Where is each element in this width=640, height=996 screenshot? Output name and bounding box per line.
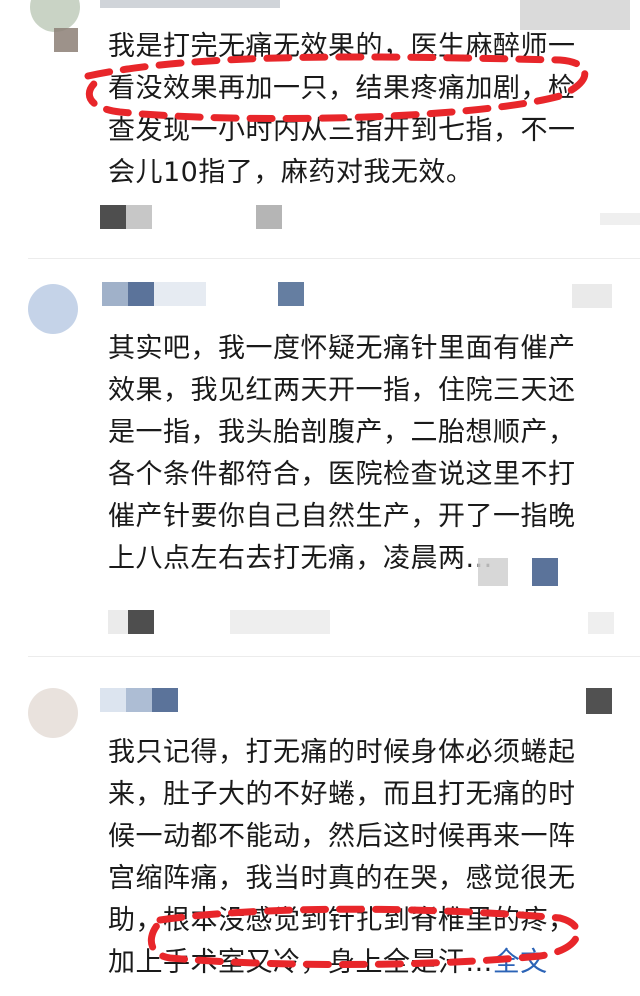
comment-line: 各个条件都符合，医院检查说这里不打 xyxy=(108,459,576,490)
comment-line: 宫缩阵痛，我当时真的在哭，感觉很无 xyxy=(108,863,576,894)
comment-line: 其实吧，我一度怀疑无痛针里面有催产 xyxy=(108,333,576,364)
blurred-username xyxy=(102,282,128,306)
divider xyxy=(28,656,640,657)
blurred-username xyxy=(128,282,154,306)
blurred-username xyxy=(154,282,206,306)
comment-text: 我只记得，打无痛的时候身体必须蜷起 来，肚子大的不好蜷，而且打无痛的时 候一动都… xyxy=(108,732,598,984)
full-text-link[interactable]: 全文 xyxy=(493,947,548,978)
blurred-more xyxy=(532,558,558,586)
divider xyxy=(28,258,640,259)
comment-line: 助，根本没感觉到针扎到脊椎里的疼， xyxy=(108,905,576,936)
blurred-more xyxy=(478,558,508,586)
comment-line: 我是打完无痛无效果的，医生麻醉师一 xyxy=(108,31,576,62)
comment-line: 候一动都不能动，然后这时候再来一阵 xyxy=(108,821,576,852)
blurred-action-1 xyxy=(100,205,126,229)
blurred-action-2 xyxy=(126,205,152,229)
blurred-action-4 xyxy=(600,213,640,225)
avatar[interactable] xyxy=(28,688,78,738)
blurred-info xyxy=(54,28,78,52)
blurred-action-4 xyxy=(588,612,614,634)
blurred-action-3 xyxy=(230,610,330,634)
blurred-action-1 xyxy=(108,610,128,634)
blurred-username xyxy=(152,688,178,712)
blurred-corner xyxy=(586,688,612,714)
comment-line: 加上手术室又冷，身上全是汗...全文 xyxy=(108,942,598,984)
comment-line: 是一指，我头胎剖腹产，二胎想顺产， xyxy=(108,417,576,448)
blurred-header xyxy=(100,0,280,8)
comment-line: 来，肚子大的不好蜷，而且打无痛的时 xyxy=(108,779,576,810)
comment-3: 我只记得，打无痛的时候身体必须蜷起 来，肚子大的不好蜷，而且打无痛的时 候一动都… xyxy=(0,660,640,996)
comment-line-text: 加上手术室又冷，身上全是汗... xyxy=(108,947,493,978)
blurred-corner xyxy=(572,284,612,308)
comment-line: 效果，我见红两天开一指，住院三天还 xyxy=(108,375,576,406)
comment-2: 其实吧，我一度怀疑无痛针里面有催产 效果，我见红两天开一指，住院三天还 是一指，… xyxy=(0,260,640,650)
blurred-username xyxy=(126,688,152,712)
blurred-username xyxy=(100,688,126,712)
comment-line: 查发现一小时内从三指开到七指，不一 xyxy=(108,115,576,146)
comment-line: 看没效果再加一只，结果疼痛加剧，检 xyxy=(108,73,576,104)
comment-line: 上八点左右去打无痛，凌晨两... xyxy=(108,543,493,574)
comment-text: 我是打完无痛无效果的，医生麻醉师一 看没效果再加一只，结果疼痛加剧，检 查发现一… xyxy=(108,26,598,194)
comment-text: 其实吧，我一度怀疑无痛针里面有催产 效果，我见红两天开一指，住院三天还 是一指，… xyxy=(108,328,598,580)
comment-line: 我只记得，打无痛的时候身体必须蜷起 xyxy=(108,737,576,768)
blurred-action-3 xyxy=(256,205,282,229)
blurred-action-2 xyxy=(128,610,154,634)
avatar[interactable] xyxy=(28,284,78,334)
blurred-badge xyxy=(278,282,304,306)
comment-line: 催产针要你自己自然生产，开了一指晚 xyxy=(108,501,576,532)
comment-line: 会儿10指了，麻药对我无效。 xyxy=(108,157,474,188)
comment-1: 我是打完无痛无效果的，医生麻醉师一 看没效果再加一只，结果疼痛加剧，检 查发现一… xyxy=(0,0,640,260)
